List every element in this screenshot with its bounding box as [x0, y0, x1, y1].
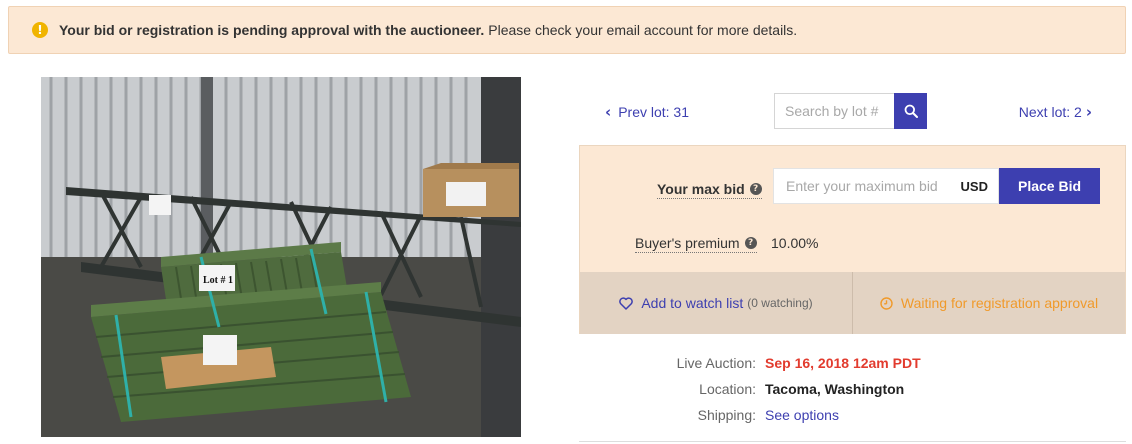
prev-lot-link[interactable]: ‹ Prev lot: 31	[605, 103, 689, 121]
location-value: Tacoma, Washington	[765, 381, 905, 397]
shipping-options-link[interactable]: See options	[765, 407, 839, 423]
lot-search-input[interactable]	[774, 93, 894, 129]
lot-navigation: ‹ Prev lot: 31 Next lot: 2 ›	[579, 93, 1126, 129]
registration-status-label: Waiting for registration approval	[900, 295, 1099, 311]
question-circle-icon[interactable]: ?	[744, 237, 757, 249]
pending-approval-alert: ! Your bid or registration is pending ap…	[8, 6, 1126, 54]
buyers-premium-label[interactable]: Buyer's premium ?	[635, 235, 757, 253]
exclamation-circle-icon: !	[32, 22, 48, 38]
currency-label: USD	[960, 178, 988, 194]
lot-sign-text: Lot # 1	[203, 275, 233, 286]
location-label: Location:	[699, 381, 756, 397]
live-auction-date: Sep 16, 2018 12am PDT	[765, 355, 921, 371]
lot-actions: Add to watch list (0 watching) Waiting f…	[580, 272, 1125, 334]
bid-panel: Your max bid ? USD Place Bid Buyer's pre…	[579, 145, 1126, 334]
chevron-left-icon: ‹	[605, 103, 612, 121]
shipping-row: Shipping: See options	[579, 407, 1126, 433]
lot-details: Live Auction: Sep 16, 2018 12am PDT Loca…	[579, 355, 1126, 433]
buyers-premium-label-text: Buyer's premium	[635, 235, 740, 251]
divider	[579, 441, 1126, 442]
clock-icon	[880, 296, 893, 310]
buyers-premium-value: 10.00%	[771, 235, 819, 251]
alert-text: Please check your email account for more…	[488, 22, 798, 38]
search-icon	[904, 104, 918, 118]
place-bid-button[interactable]: Place Bid	[999, 168, 1100, 204]
watching-count: (0 watching)	[747, 296, 813, 310]
prev-lot-label: Prev lot: 31	[618, 104, 690, 120]
alert-bold-text: Your bid or registration is pending appr…	[59, 22, 485, 38]
question-circle-icon[interactable]: ?	[749, 183, 762, 195]
max-bid-input[interactable]	[774, 178, 961, 194]
lot-photo-image: Lot # 1	[41, 77, 521, 437]
lot-photo[interactable]: Lot # 1	[41, 77, 521, 437]
registration-status: Waiting for registration approval	[853, 272, 1125, 334]
lot-search-button[interactable]	[894, 93, 927, 129]
live-auction-label: Live Auction:	[676, 355, 756, 371]
chevron-right-icon: ›	[1085, 103, 1092, 121]
watch-list-label: Add to watch list	[641, 295, 744, 311]
location-row: Location: Tacoma, Washington	[579, 381, 1126, 407]
next-lot-link[interactable]: Next lot: 2 ›	[1019, 103, 1092, 121]
add-to-watch-list-button[interactable]: Add to watch list (0 watching)	[580, 272, 853, 334]
shipping-label: Shipping:	[697, 407, 756, 423]
heart-icon	[619, 296, 634, 310]
live-auction-row: Live Auction: Sep 16, 2018 12am PDT	[579, 355, 1126, 381]
max-bid-field: USD	[773, 168, 999, 204]
max-bid-label-text: Your max bid	[657, 181, 745, 197]
next-lot-label: Next lot: 2	[1018, 104, 1082, 120]
max-bid-label[interactable]: Your max bid ?	[657, 181, 762, 199]
